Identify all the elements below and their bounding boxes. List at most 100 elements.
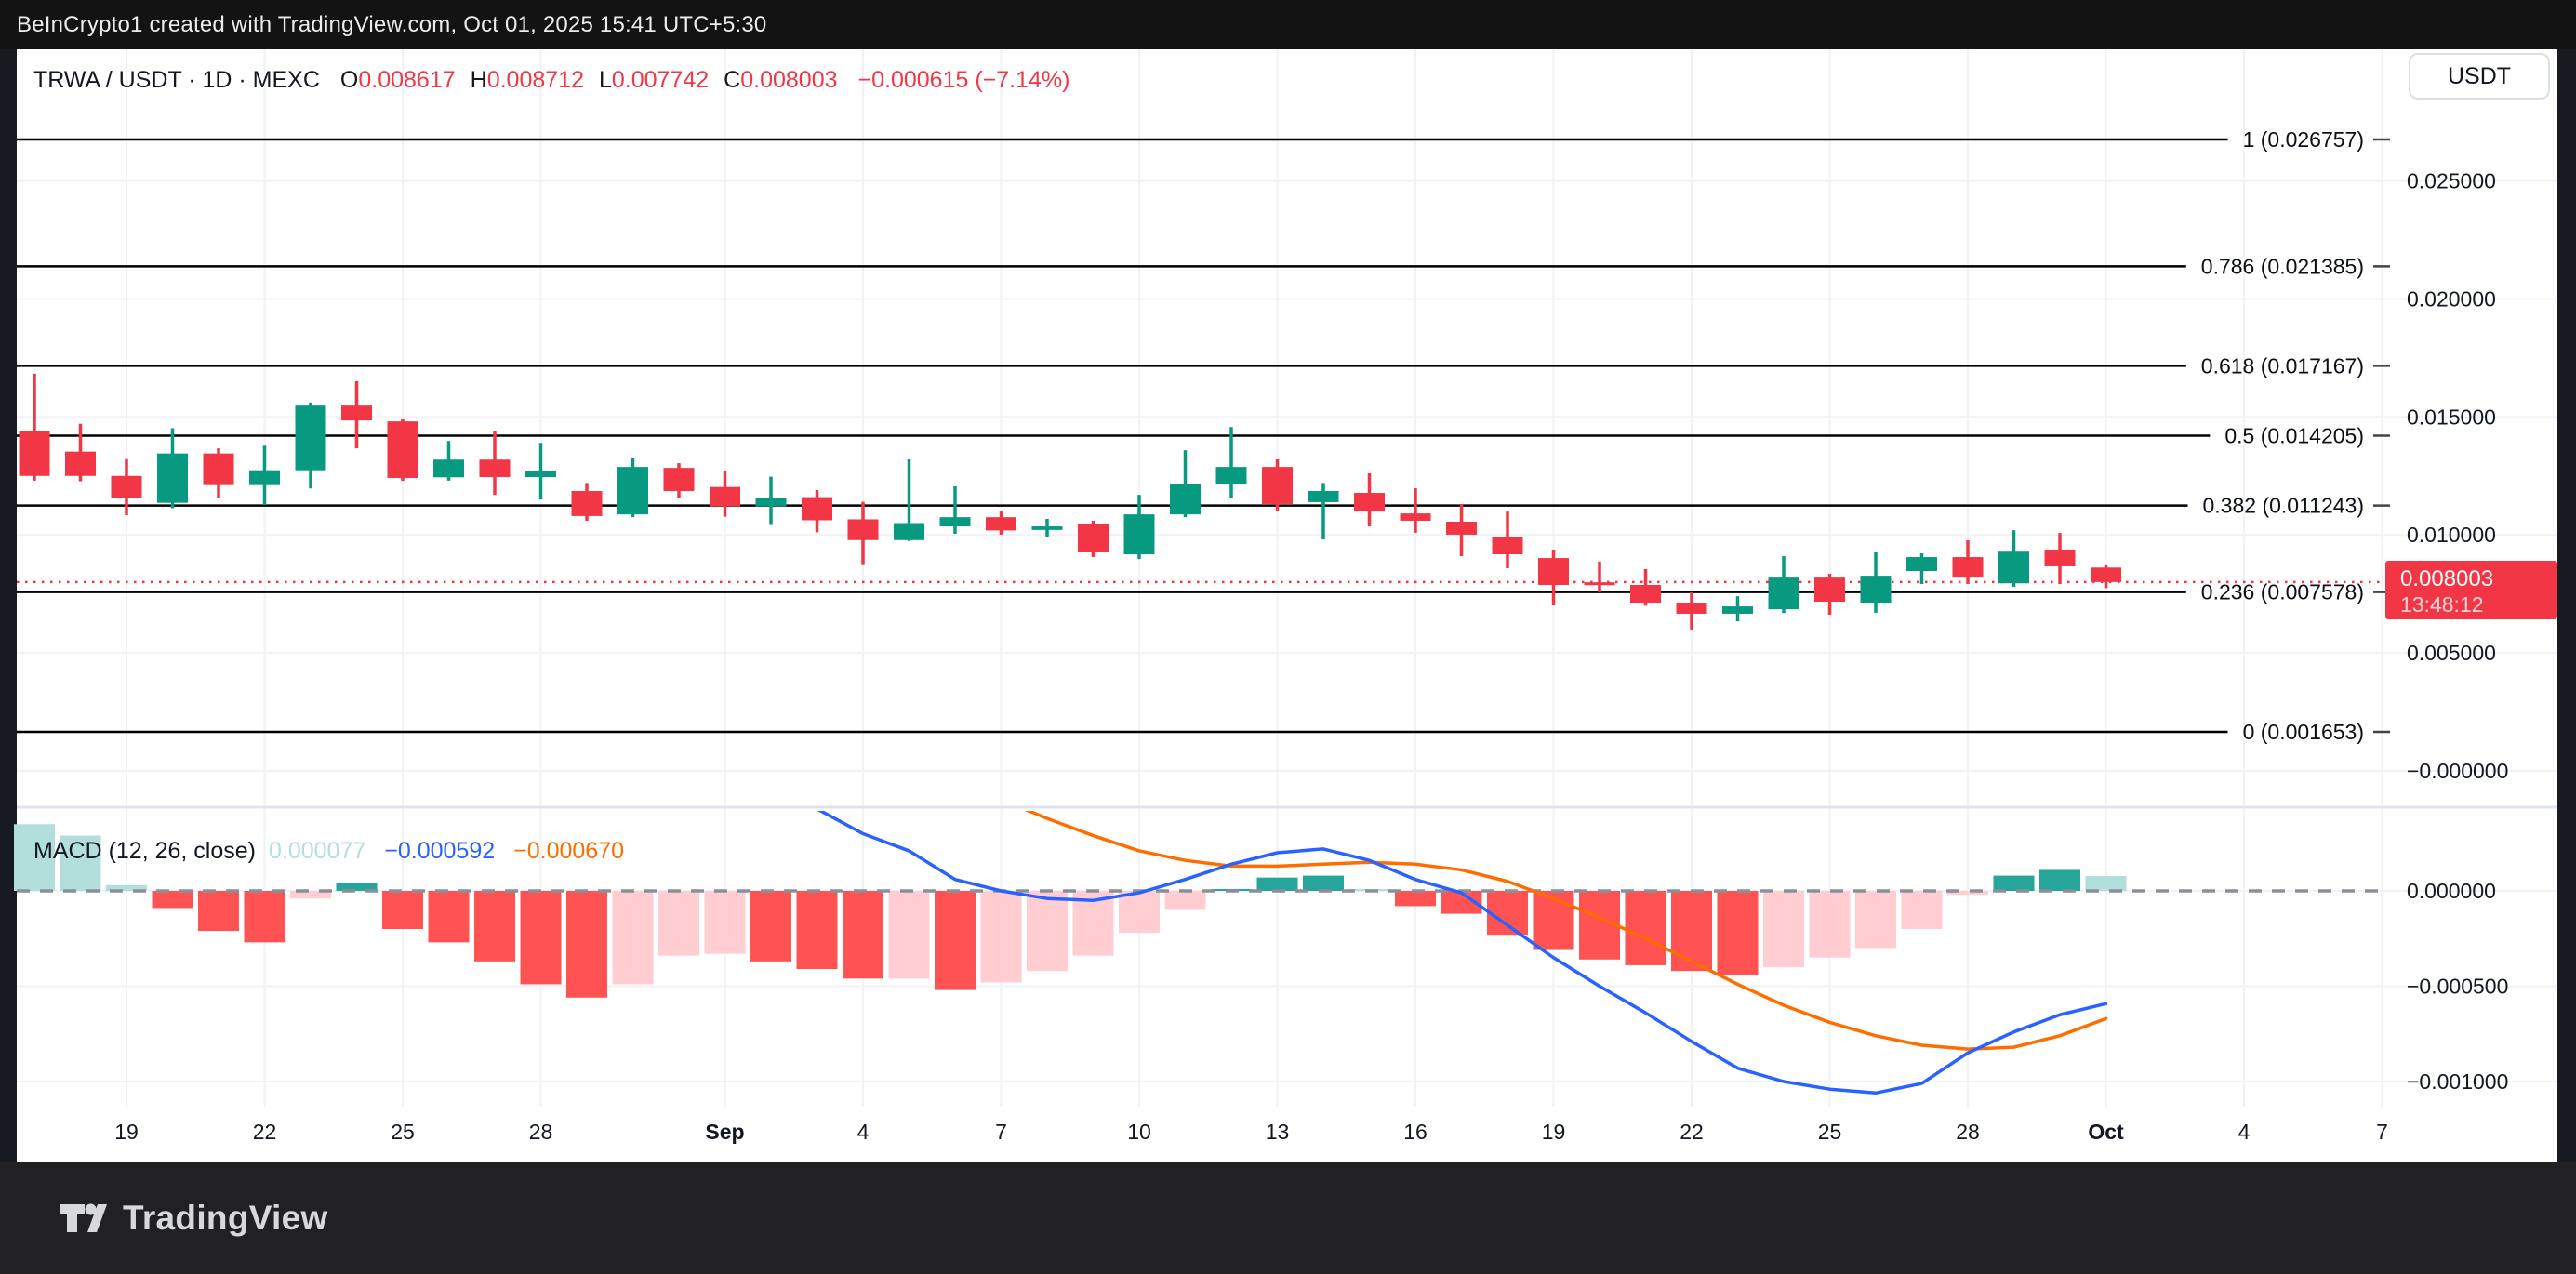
change-value: −0.000615 (−7.14%) [858,67,1070,94]
tradingview-logo-icon [60,1202,108,1234]
candle-body [296,405,326,471]
candle-body [1216,467,1247,484]
candle-body [1585,582,1615,585]
candle-body [433,459,464,477]
macd-hist-bar [198,891,239,931]
macd-hist-bar [1487,891,1528,935]
low-label: L [599,67,612,93]
countdown-timer: 13:48:12 [2400,592,2484,617]
macd-params: (12, 26, close) [109,838,256,864]
tradingview-logo-text: TradingView [123,1199,328,1238]
macd-hist-bar [1994,876,2035,891]
time-axis-label: 10 [1127,1120,1151,1144]
macd-hist-bar [1810,891,1851,958]
candle-body [249,471,280,485]
symbol-title: TRWA / USDT · 1D · MEXC [33,67,320,94]
candle-body [204,454,234,485]
candle-body [1032,526,1063,530]
macd-hist-bar [1671,891,1712,971]
chart-canvas[interactable]: 1 (0.026757) 0.786 (0.021385) 0.618 (0.017… [0,0,2576,1274]
macd-line-value: −0.000592 [384,838,495,865]
last-price-value: 0.008003 [2400,566,2493,591]
candle-body [1538,558,1569,585]
macd-axis-label: 0.000000 [2407,879,2496,903]
fib-label: 0.382 (0.011243) [2203,494,2365,518]
macd-hist-bar [1119,891,1160,933]
high-value: 0.008712 [487,67,584,93]
macd-hist-bar [521,891,562,984]
candle-body [756,498,787,507]
watermark-bar: BeInCrypto1 created with TradingView.com… [0,0,2576,49]
candle-body [1078,524,1109,552]
time-axis-label: Sep [705,1120,744,1144]
fib-label: 1 (0.026757) [2243,127,2364,152]
price-axis-label: −0.000000 [2407,759,2508,783]
macd-hist-bar [1257,878,1298,891]
time-axis-label: 28 [529,1120,553,1144]
candle-body [617,467,648,514]
candle-body [894,524,924,540]
candle-body [480,459,511,477]
time-axis-label: 22 [253,1120,277,1144]
symbol-legend[interactable]: TRWA / USDT · 1D · MEXC O0.008617 H0.008… [33,67,1069,94]
macd-hist-bar [750,891,791,962]
watermark-text: BeInCrypto1 created with TradingView.com… [17,12,766,38]
macd-signal-value: −0.000670 [513,838,624,865]
low-value: 0.007742 [612,67,709,93]
macd-hist-bar [1626,891,1666,965]
candle-body [1493,537,1523,554]
candle-body [1170,484,1201,514]
time-axis-label: 19 [1542,1120,1566,1144]
candle-body [2045,550,2076,566]
macd-hist-bar [153,891,193,908]
macd-hist-bar [429,891,470,942]
candle-body [1722,606,1753,614]
fib-label: 0.236 (0.007578) [2201,580,2364,604]
grid-lines [17,49,2557,1107]
fib-retracement[interactable]: 1 (0.026757) 0.786 (0.021385) 0.618 (0.017… [17,127,2390,744]
time-axis[interactable]: 19222528Sep4710131619222528Oct47 [114,1120,2388,1144]
time-axis-label: 7 [2376,1120,2388,1144]
macd-hist-bar [1027,891,1068,971]
price-axis-label: 0.010000 [2407,523,2496,547]
macd-hist-bar [1718,891,1759,975]
time-axis-label: 19 [114,1120,139,1144]
time-axis-label: Oct [2088,1120,2124,1144]
time-axis-label: 7 [995,1120,1007,1144]
candle-body [940,517,971,526]
currency-unit-button[interactable]: USDT [2409,53,2550,100]
candle-body [986,517,1016,530]
close-label: C [724,67,740,93]
time-axis-label: 16 [1403,1120,1427,1144]
candle-body [1401,513,1431,521]
fib-label: 0 (0.001653) [2243,720,2364,744]
macd-hist-bar [382,891,423,929]
fib-label: 0.5 (0.014205) [2224,424,2364,448]
candle-body [1354,493,1385,511]
close-value: 0.008003 [740,67,837,93]
macd-hist-bar [797,891,838,969]
macd-title: MACD [33,838,102,864]
macd-legend[interactable]: MACD (12, 26, close) 0.000077 −0.000592 … [33,838,624,865]
macd-hist-bar [1763,891,1804,967]
price-axis[interactable]: 0.0250000.0200000.0150000.0100000.005000… [2407,169,2508,1094]
macd-axis-label: −0.000500 [2407,975,2508,999]
price-axis-label: 0.015000 [2407,405,2496,429]
fib-label: 0.618 (0.017167) [2201,353,2364,378]
time-axis-label: 25 [391,1120,415,1144]
candle-body [341,405,372,420]
candle-body [65,452,96,476]
time-axis-label: 13 [1266,1120,1290,1144]
macd-hist-bar [1165,891,1206,910]
fib-label: 0.786 (0.021385) [2201,254,2364,278]
candle-body [388,421,418,478]
candle-body [1677,603,1707,614]
macd-hist-bar [474,891,515,962]
open-value: 0.008617 [358,67,455,93]
high-label: H [471,67,487,93]
macd-hist-bar [2086,876,2127,891]
tradingview-logo[interactable]: TradingView [60,1199,328,1238]
macd-hist-bar [566,891,607,998]
macd-hist-bar [658,891,699,956]
candle-body [20,431,50,476]
